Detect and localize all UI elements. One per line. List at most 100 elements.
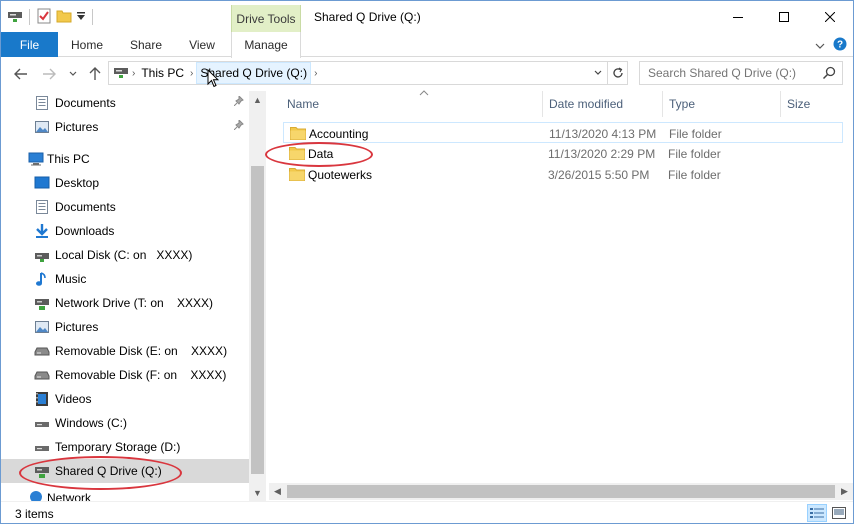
search-input[interactable] — [648, 66, 818, 80]
pictures-icon — [34, 119, 50, 135]
column-header-label: Size — [787, 97, 811, 111]
refresh-icon[interactable] — [607, 62, 627, 84]
address-dropdown-icon[interactable] — [589, 62, 607, 84]
folder-icon — [289, 146, 305, 160]
breadcrumb-chevron-icon[interactable]: › — [311, 68, 320, 79]
minimize-button[interactable] — [715, 1, 761, 32]
details-view-button[interactable] — [807, 504, 827, 522]
nav-item-label: Music — [55, 272, 87, 286]
column-header-type[interactable]: Type — [663, 91, 781, 117]
nav-item-desktop[interactable]: Desktop — [1, 171, 249, 195]
local-disk-icon — [34, 247, 50, 263]
file-name: Accounting — [309, 127, 369, 141]
file-date: 11/13/2020 2:29 PM — [548, 147, 656, 161]
qat-dropdown-icon[interactable] — [76, 10, 86, 24]
nav-item-label: Removable Disk (F: on XXXX) — [55, 368, 227, 382]
breadcrumb-chevron-icon[interactable]: › — [187, 68, 196, 79]
drive-icon — [7, 9, 23, 26]
nav-item-temporary-storage-d[interactable]: Temporary Storage (D:) — [1, 435, 249, 459]
file-date: 11/13/2020 4:13 PM — [549, 127, 657, 141]
windows-drive-icon — [34, 415, 50, 431]
documents-icon — [34, 95, 50, 111]
nav-item-downloads[interactable]: Downloads — [1, 219, 249, 243]
file-list: Name Date modified Type Size Accounting … — [269, 90, 853, 501]
file-type: File folder — [668, 168, 721, 182]
tab-manage[interactable]: Manage — [231, 32, 301, 58]
window-title: Shared Q Drive (Q:) — [314, 10, 421, 24]
file-row-data[interactable]: Data 11/13/2020 2:29 PM File folder — [283, 143, 843, 164]
scroll-up-icon[interactable]: ▲ — [249, 91, 266, 108]
scroll-left-icon[interactable]: ◀ — [269, 483, 286, 500]
nav-item-label: Videos — [55, 392, 92, 406]
nav-item-label: Network — [47, 491, 92, 501]
close-button[interactable] — [807, 1, 853, 32]
tab-home[interactable]: Home — [61, 32, 113, 57]
column-header-date-modified[interactable]: Date modified — [543, 91, 663, 117]
search-box[interactable] — [639, 61, 843, 85]
nav-item-pictures[interactable]: Pictures — [1, 315, 249, 339]
nav-item-network[interactable]: Network — [1, 485, 249, 501]
pin-icon[interactable] — [233, 118, 244, 133]
breadcrumb-this-pc[interactable]: This PC — [138, 62, 187, 84]
nav-item-label: Pictures — [55, 320, 99, 334]
file-row-quotewerks[interactable]: Quotewerks 3/26/2015 5:50 PM File folder — [283, 164, 843, 185]
nav-item-label: Removable Disk (E: on XXXX) — [55, 344, 228, 358]
navigation-pane: Documents Pictures This PC Desktop Docum… — [1, 91, 266, 501]
tab-file[interactable]: File — [1, 32, 58, 57]
folder-icon — [290, 126, 306, 140]
scroll-right-icon[interactable]: ▶ — [836, 483, 853, 500]
nav-pane-scrollbar[interactable]: ▲ ▼ — [249, 91, 266, 501]
nav-item-local-disk-c[interactable]: Local Disk (C: on XXXX) — [1, 243, 249, 267]
nav-item-pictures-pinned[interactable]: Pictures — [1, 115, 249, 139]
nav-item-windows-c[interactable]: Windows (C:) — [1, 411, 249, 435]
column-header-size[interactable]: Size — [781, 91, 853, 117]
this-pc-icon — [28, 151, 44, 167]
nav-item-label: Documents — [55, 200, 116, 214]
nav-item-network-drive-t[interactable]: Network Drive (T: on XXXX) — [1, 291, 249, 315]
nav-item-music[interactable]: Music — [1, 267, 249, 291]
column-header-name[interactable]: Name — [281, 90, 543, 117]
videos-icon — [34, 391, 50, 407]
tab-view[interactable]: View — [179, 32, 225, 57]
scrollbar-thumb[interactable] — [287, 485, 835, 498]
large-icons-view-button[interactable] — [829, 504, 849, 522]
navigation-row: › This PC › Shared Q Drive (Q:) › — [1, 58, 853, 90]
nav-item-removable-disk-f[interactable]: Removable Disk (F: on XXXX) — [1, 363, 249, 387]
scroll-down-icon[interactable]: ▼ — [249, 484, 266, 501]
nav-item-videos[interactable]: Videos — [1, 387, 249, 411]
forward-button[interactable] — [39, 64, 59, 84]
network-icon — [28, 489, 44, 501]
network-drive-icon — [34, 295, 50, 311]
maximize-button[interactable] — [761, 1, 807, 32]
search-icon[interactable] — [822, 66, 836, 83]
address-bar[interactable]: › This PC › Shared Q Drive (Q:) › — [108, 61, 628, 85]
nav-item-shared-q-drive[interactable]: Shared Q Drive (Q:) — [1, 459, 249, 483]
recent-locations-button[interactable] — [63, 64, 83, 84]
quick-access-toolbar — [7, 7, 95, 27]
properties-icon[interactable] — [36, 8, 52, 27]
toolbar-separator — [92, 9, 93, 25]
documents-icon — [34, 199, 50, 215]
nav-item-this-pc[interactable]: This PC — [1, 147, 249, 171]
up-button[interactable] — [85, 64, 105, 84]
back-button[interactable] — [11, 64, 31, 84]
pin-icon[interactable] — [233, 94, 244, 109]
downloads-icon — [34, 223, 50, 239]
scrollbar-thumb[interactable] — [251, 166, 264, 474]
folder-icon — [289, 167, 305, 181]
expand-ribbon-icon[interactable] — [815, 39, 825, 53]
nav-item-removable-disk-e[interactable]: Removable Disk (E: on XXXX) — [1, 339, 249, 363]
breadcrumb-chevron-icon[interactable]: › — [129, 68, 138, 79]
new-folder-icon[interactable] — [56, 8, 72, 27]
file-list-horizontal-scrollbar[interactable]: ◀ ▶ — [269, 483, 853, 500]
svg-text:?: ? — [837, 40, 843, 51]
view-toggle-group — [807, 504, 849, 522]
tab-share[interactable]: Share — [119, 32, 173, 57]
file-row-accounting[interactable]: Accounting 11/13/2020 4:13 PM File folde… — [283, 122, 843, 143]
help-icon[interactable]: ? — [833, 37, 847, 54]
column-header-label: Name — [287, 97, 320, 111]
nav-item-label: Temporary Storage (D:) — [55, 440, 181, 454]
nav-item-documents-pinned[interactable]: Documents — [1, 91, 249, 115]
nav-item-documents[interactable]: Documents — [1, 195, 249, 219]
temp-drive-icon — [34, 439, 50, 455]
